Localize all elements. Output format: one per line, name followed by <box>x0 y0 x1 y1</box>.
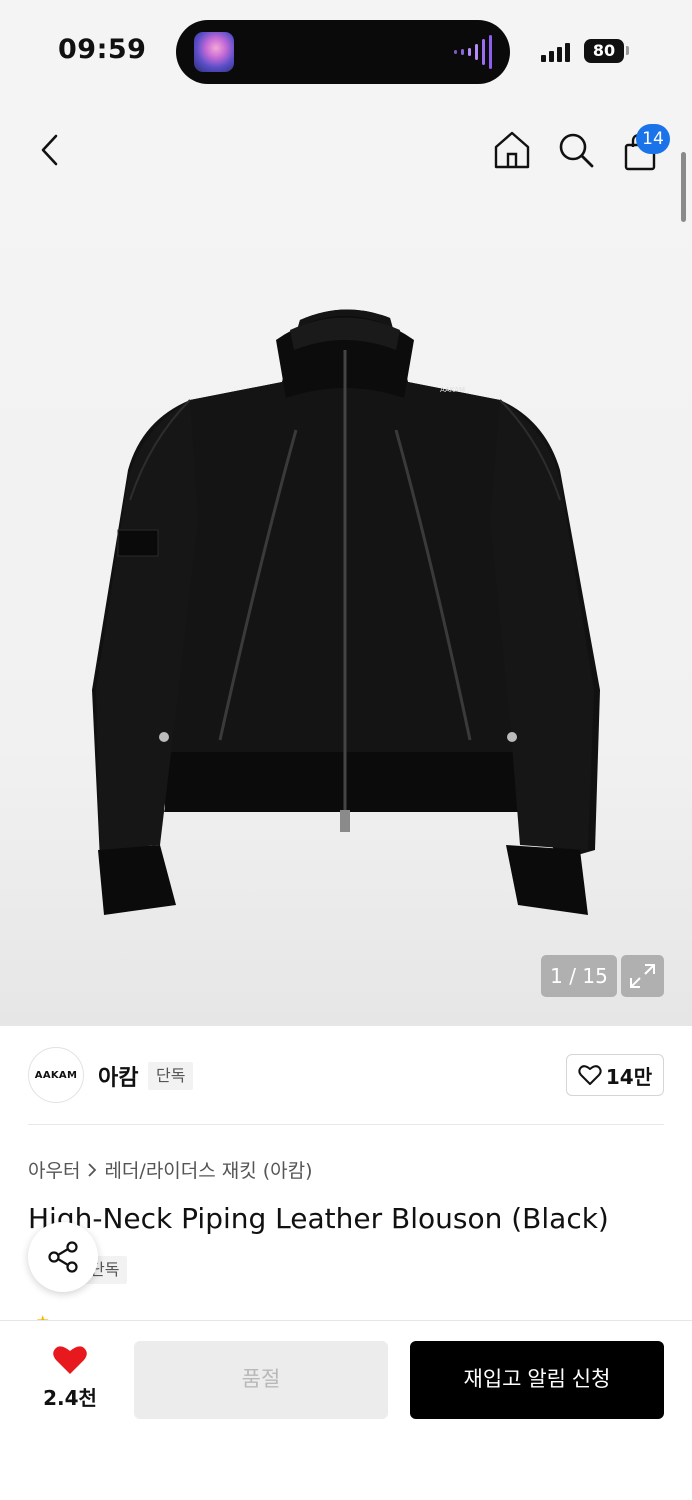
share-icon <box>48 1241 78 1273</box>
scrollbar[interactable] <box>681 152 686 222</box>
brand-like-count: 14만 <box>605 1064 653 1089</box>
share-button[interactable] <box>28 1222 98 1292</box>
brand-logo[interactable]: AAKAM <box>28 1047 84 1103</box>
breadcrumb-category[interactable]: 아우터 <box>28 1156 80 1183</box>
status-time: 09:59 <box>58 34 147 65</box>
brand-like-button[interactable]: 14만 <box>566 1054 664 1096</box>
brand-name[interactable]: 아캄 <box>98 1060 138 1092</box>
audio-waveform-icon <box>454 34 492 70</box>
product-image: AAKAM <box>92 309 600 915</box>
home-icon <box>494 131 530 169</box>
cart-count-badge: 14 <box>636 124 670 154</box>
breadcrumb-subcategory[interactable]: 레더/라이더스 재킷 (아캄) <box>104 1156 312 1183</box>
wishlist-count: 2.4천 <box>43 1386 97 1410</box>
chevron-left-icon <box>41 134 58 166</box>
wishlist-button[interactable]: 2.4천 <box>28 1344 112 1411</box>
expand-image-button[interactable] <box>621 955 664 997</box>
now-playing-artwork <box>194 32 234 72</box>
dynamic-island[interactable] <box>176 20 510 84</box>
heart-filled-icon <box>53 1346 87 1374</box>
cellular-signal-icon <box>541 42 570 62</box>
restock-alert-button[interactable]: 재입고 알림 신청 <box>410 1341 664 1419</box>
home-button[interactable] <box>490 128 534 172</box>
back-button[interactable] <box>30 128 70 172</box>
exclusive-tag: 단독 <box>148 1062 194 1090</box>
breadcrumb: 아우터 레더/라이더스 재킷 (아캄) <box>28 1156 313 1183</box>
image-counter: 1 / 15 <box>541 955 617 997</box>
battery-tip <box>626 46 629 55</box>
status-bar: 09:59 80 <box>0 0 692 100</box>
product-title: High-Neck Piping Leather Blouson (Black) <box>28 1202 609 1235</box>
product-image-gallery[interactable]: AAKAM <box>0 100 692 1026</box>
divider <box>28 1124 664 1125</box>
heart-outline-icon <box>578 1065 602 1085</box>
soldout-button[interactable]: 품절 <box>134 1341 388 1419</box>
battery-icon: 80 <box>584 39 624 63</box>
jacket-logo: AAKAM <box>440 386 465 394</box>
chevron-right-icon <box>88 1162 97 1177</box>
search-icon <box>559 133 594 168</box>
expand-icon <box>630 964 655 988</box>
search-button[interactable] <box>554 128 598 172</box>
